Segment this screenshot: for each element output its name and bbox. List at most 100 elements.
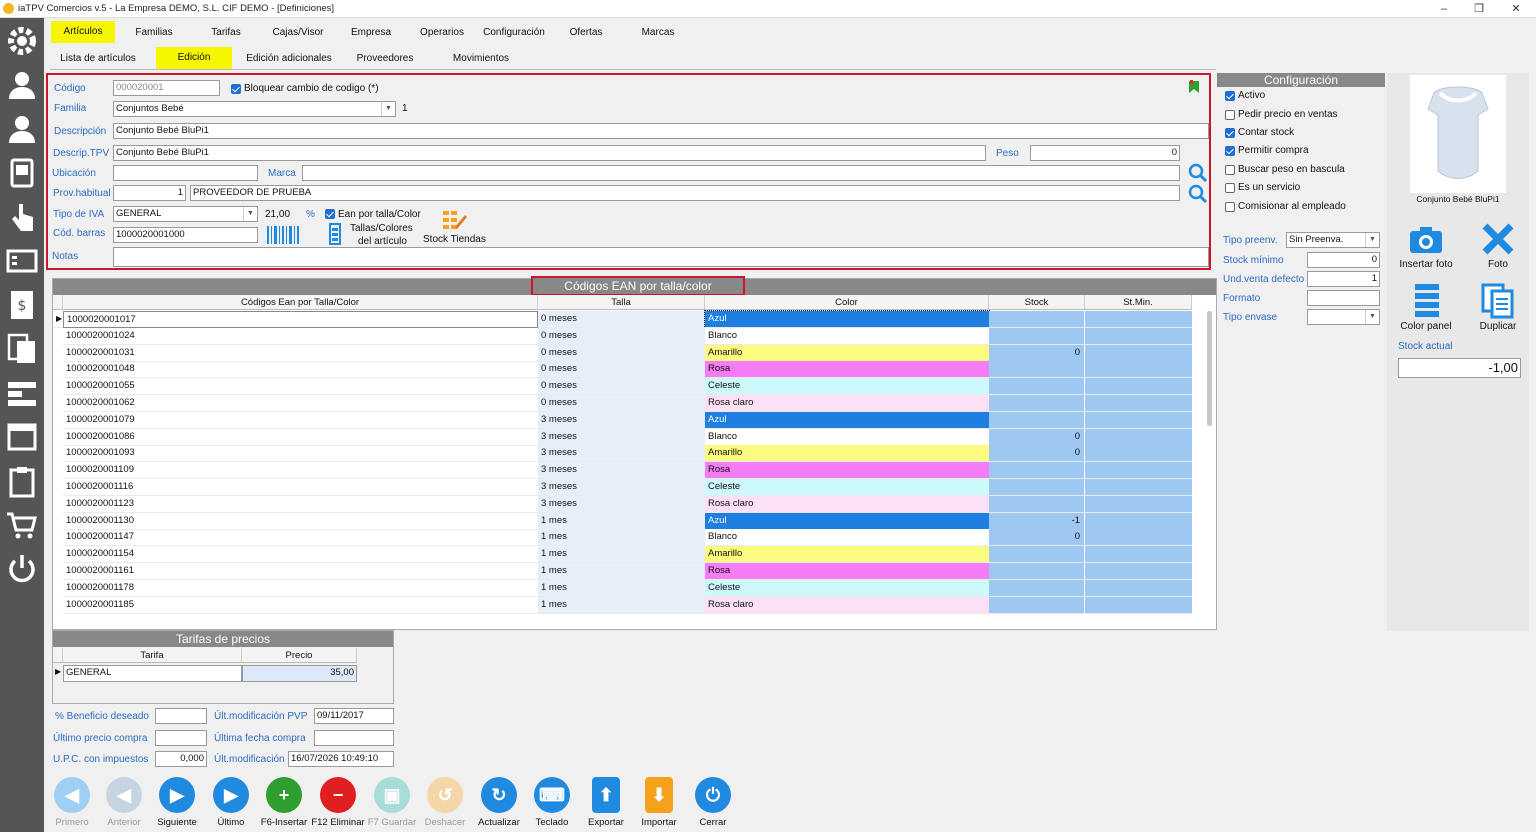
camera-icon[interactable] xyxy=(1408,222,1444,258)
toolbar-button-f7-guardar[interactable]: ▣ F7 Guardar xyxy=(364,777,420,829)
color-cell[interactable]: Amarillo xyxy=(705,546,989,564)
stock-cell[interactable]: 0 xyxy=(989,428,1085,446)
toolbar-button-anterior[interactable]: ◀ Anterior xyxy=(96,777,152,829)
talla-cell[interactable]: 1 mes xyxy=(538,512,705,530)
sidebar-invoice-button[interactable]: $ xyxy=(2,284,42,326)
buscar-peso-checkbox[interactable] xyxy=(1225,165,1235,175)
delete-photo-icon[interactable] xyxy=(1481,222,1515,256)
ean-code-cell[interactable]: 1000020001116 xyxy=(63,479,538,496)
sidebar-window-button[interactable] xyxy=(2,416,42,458)
ean-code-cell[interactable]: 1000020001161 xyxy=(63,563,538,580)
color-cell[interactable]: Celeste xyxy=(705,378,989,396)
marca-field[interactable] xyxy=(302,165,1180,181)
ean-code-cell[interactable]: 1000020001024 xyxy=(63,328,538,345)
talla-cell[interactable]: 1 mes xyxy=(538,546,705,564)
stmin-cell[interactable] xyxy=(1085,327,1192,345)
stmin-cell[interactable] xyxy=(1085,546,1192,564)
sidebar-settings-button[interactable] xyxy=(2,20,42,62)
table-row[interactable]: 1000020001161 1 mes Rosa xyxy=(53,563,1193,580)
stock-cell[interactable] xyxy=(989,378,1085,396)
marca-search-icon[interactable] xyxy=(1188,163,1208,183)
header-tarifa[interactable]: Tarifa xyxy=(63,648,242,663)
tab-edicion-adicionales[interactable]: Edición adicionales xyxy=(240,48,338,70)
toolbar-button-exportar[interactable]: ⬆ Exportar xyxy=(578,777,634,829)
tab-proveedores[interactable]: Proveedores xyxy=(345,48,425,70)
talla-cell[interactable]: 0 meses xyxy=(538,395,705,412)
stmin-cell[interactable] xyxy=(1085,395,1192,412)
stock-cell[interactable] xyxy=(989,546,1085,564)
stmin-cell[interactable] xyxy=(1085,479,1192,496)
color-cell[interactable]: Celeste xyxy=(705,479,989,496)
stmin-cell[interactable] xyxy=(1085,563,1192,580)
toolbar-button-teclado[interactable]: ⌨ Teclado xyxy=(524,777,580,829)
talla-cell[interactable]: 1 mes xyxy=(538,563,705,580)
bloquear-checkbox[interactable] xyxy=(231,84,241,94)
table-row[interactable]: 1000020001062 0 meses Rosa claro xyxy=(53,395,1193,412)
color-cell[interactable]: Azul xyxy=(704,310,990,329)
ean-code-cell[interactable]: 1000020001093 xyxy=(63,445,538,463)
sidebar-organize-button[interactable] xyxy=(2,372,42,414)
talla-cell[interactable]: 3 meses xyxy=(538,495,705,513)
talla-cell[interactable]: 3 meses xyxy=(538,462,705,480)
talla-cell[interactable]: 3 meses xyxy=(538,428,705,446)
activo-checkbox[interactable] xyxy=(1225,91,1235,101)
table-row[interactable]: 1000020001048 0 meses Rosa xyxy=(53,361,1193,379)
table-row[interactable]: 1000020001130 1 mes Azul -1 xyxy=(53,512,1193,530)
table-row[interactable]: 1000020001116 3 meses Celeste xyxy=(53,479,1193,496)
toolbar-button-f6-insertar[interactable]: + F6-Insertar xyxy=(256,777,312,829)
stmin-cell[interactable] xyxy=(1085,428,1192,446)
sidebar-documents-button[interactable] xyxy=(2,328,42,370)
tab-cajas-visor[interactable]: Cajas/Visor xyxy=(262,22,334,44)
tab-operarios[interactable]: Operarios xyxy=(408,22,476,44)
del-articulo-label[interactable]: del artículo xyxy=(358,236,407,247)
stock-cell[interactable] xyxy=(989,361,1085,379)
ean-code-cell[interactable]: 1000020001017 xyxy=(63,311,538,328)
ean-code-cell[interactable]: 1000020001154 xyxy=(63,546,538,564)
color-cell[interactable]: Amarillo xyxy=(705,344,989,362)
ean-code-cell[interactable]: 1000020001185 xyxy=(63,597,538,614)
color-cell[interactable]: Rosa xyxy=(705,563,989,580)
precio-cell[interactable]: 35,00 xyxy=(242,665,357,682)
color-cell[interactable]: Amarillo xyxy=(705,445,989,463)
table-row[interactable]: 1000020001154 1 mes Amarillo xyxy=(53,546,1193,564)
stock-cell[interactable] xyxy=(989,596,1085,614)
ean-code-cell[interactable]: 1000020001079 xyxy=(63,412,538,429)
stock-cell[interactable]: 0 xyxy=(989,445,1085,463)
stmin-cell[interactable] xyxy=(1085,344,1192,362)
table-row[interactable]: 1000020001024 0 meses Blanco xyxy=(53,327,1193,345)
ean-code-cell[interactable]: 1000020001123 xyxy=(63,496,538,513)
ult-fecha-compra-field[interactable] xyxy=(314,730,394,746)
toolbar-button-primero[interactable]: ◀ Primero xyxy=(44,777,100,829)
tallas-colores-icon[interactable] xyxy=(329,223,341,245)
stock-cell[interactable] xyxy=(989,495,1085,513)
stock-cell[interactable] xyxy=(989,479,1085,496)
color-cell[interactable]: Azul xyxy=(705,512,989,530)
ean-code-cell[interactable]: 1000020001048 xyxy=(63,361,538,379)
familia-select[interactable]: Conjuntos Bebé ▼ xyxy=(113,101,396,117)
upc-field[interactable]: 0,000 xyxy=(155,751,207,767)
insertar-foto-button[interactable]: Insertar foto xyxy=(1396,259,1456,270)
stock-cell[interactable]: 0 xyxy=(989,529,1085,547)
color-cell[interactable]: Rosa claro xyxy=(705,495,989,513)
stmin-cell[interactable] xyxy=(1085,579,1192,597)
toolbar-button-siguiente[interactable]: ▶ Siguiente xyxy=(149,777,205,829)
stock-cell[interactable] xyxy=(989,462,1085,480)
header-stock[interactable]: Stock xyxy=(989,295,1085,310)
ean-code-cell[interactable]: 1000020001031 xyxy=(63,345,538,362)
stmin-cell[interactable] xyxy=(1085,378,1192,396)
stmin-cell[interactable] xyxy=(1085,411,1192,429)
foto-button[interactable]: Foto xyxy=(1470,259,1526,270)
talla-cell[interactable]: 0 meses xyxy=(538,378,705,396)
stock-cell[interactable]: 0 xyxy=(989,344,1085,362)
toolbar-button-cerrar[interactable]: ⏻ Cerrar xyxy=(685,777,741,829)
duplicate-icon[interactable] xyxy=(1481,283,1515,319)
toolbar-button-actualizar[interactable]: ↻ Actualizar xyxy=(471,777,527,829)
codigo-field[interactable]: 000020001 xyxy=(113,80,220,96)
stock-cell[interactable] xyxy=(989,579,1085,597)
color-cell[interactable]: Blanco xyxy=(705,428,989,446)
sidebar-screen-button[interactable] xyxy=(2,240,42,282)
stmin-cell[interactable] xyxy=(1085,495,1192,513)
contar-stock-checkbox[interactable] xyxy=(1225,128,1235,138)
table-row[interactable]: 1000020001079 3 meses Azul xyxy=(53,411,1193,429)
beneficio-field[interactable] xyxy=(155,708,207,724)
